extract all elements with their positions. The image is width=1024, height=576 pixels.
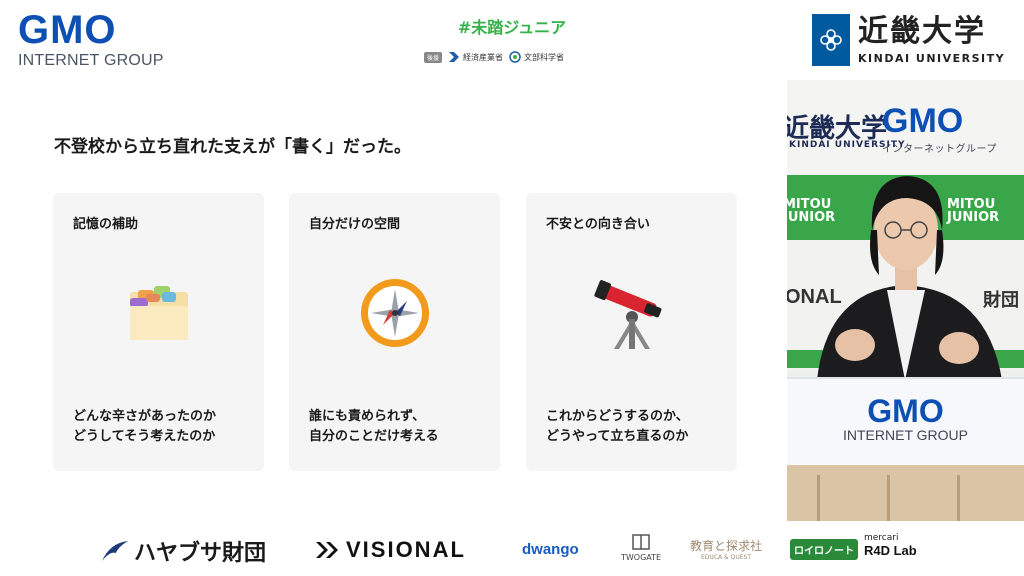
kyoiku-tankyu-logo: 教育と探求社 EDUCA & QUEST [690,537,762,561]
card-facing-anxiety: 不安との向き合い これからどうするのか、 どうやって立ち直るのか [526,193,737,471]
card-body-line-2: どうやって立ち直るのか [546,429,689,444]
gmo-logo-subtitle: INTERNET GROUP [18,52,164,69]
hayabusa-foundation-logo: ハヤブサ財団 [100,535,266,567]
kindai-university-logo: 近畿大学 KINDAI UNIVERSITY [812,14,1005,66]
folder-icon [129,286,188,340]
kindai-emblem-icon [812,14,850,66]
kindai-title: 近畿大学 [858,13,986,49]
card-own-space: 自分だけの空間 誰にも責められず、 自分のことだけ考える [289,193,500,471]
sponsor-meti: 経済産業省 [448,51,503,63]
bottom-sponsor-bar: ハヤブサ財団 VISIONAL dwango TWOGATE 教育と探求社 ED… [0,521,1024,576]
card-heading: 自分だけの空間 [309,217,401,232]
falcon-icon [102,541,128,561]
card-body: 誰にも責められず、 自分のことだけ考える [309,407,439,447]
sponsor-strip: 後援 経済産業省 文部科学省 [424,48,564,66]
compass-icon [360,279,429,347]
sponsor-meti-label: 経済産業省 [463,52,504,62]
kyoiku-label: 教育と探求社 [690,539,763,553]
loilonote-label: ロイロノート [790,539,858,560]
card-body-line-2: どうしてそう考えたのか [73,429,216,444]
card-body-line-1: どんな辛さがあったのか [73,409,217,424]
sponsor-tag: 後援 [424,51,443,63]
r4d-label: R4D Lab [864,543,917,558]
card-heading: 記憶の補助 [73,217,139,232]
card-body-line-1: 誰にも責められず、 [309,409,426,424]
kyoiku-sub-label: EDUCA & QUEST [701,554,751,561]
speaker-camera-feed: 近畿大学 KINDAI UNIVERSITY GMO インターネットグループ M… [787,80,1024,521]
loilonote-logo: ロイロノート [790,539,858,560]
hayabusa-label: ハヤブサ財団 [134,541,267,566]
sponsor-mext: 文部科学省 [509,51,564,63]
dwango-logo: dwango [522,541,579,558]
twogate-logo: TWOGATE [621,533,661,562]
kindai-subtitle: KINDAI UNIVERSITY [858,51,1006,65]
sponsor-mext-label: 文部科学省 [524,52,565,62]
twogate-label: TWOGATE [621,553,662,562]
mercari-label: mercari [864,533,899,543]
visional-label: VISIONAL [346,537,466,562]
meti-icon [449,52,460,62]
header-bar: GMO INTERNET GROUP #未踏ジュニア 後援 経済産業省 文部科学… [0,0,1024,80]
twogate-mark-icon [632,534,650,550]
visional-chevron-icon [316,542,338,558]
card-body-line-1: これからどうするのか、 [546,409,689,424]
telescope-icon [593,280,661,349]
card-body: これからどうするのか、 どうやって立ち直るのか [546,407,689,447]
visional-logo: VISIONAL [314,537,466,563]
presentation-slide: 不登校から立ち直れた支えが「書く」だった。 記憶の補助 どんな辛さがあったのか … [0,80,787,521]
card-body-line-2: 自分のことだけ考える [309,429,439,444]
dwango-label: dwango [522,541,579,558]
slide-title: 不登校から立ち直れた支えが「書く」だった。 [54,137,411,157]
card-heading: 不安との向き合い [546,217,650,232]
podium-gmo-subtitle: INTERNET GROUP [843,427,968,443]
mext-icon [509,51,521,63]
card-body: どんな辛さがあったのか どうしてそう考えたのか [73,407,216,447]
card-memory-aid: 記憶の補助 どんな辛さがあったのか どうしてそう考えたのか [53,193,264,471]
podium: GMO INTERNET GROUP [787,377,1024,465]
podium-gmo-word: GMO [867,393,944,429]
mercari-r4d-logo: mercari R4D Lab [864,533,917,558]
